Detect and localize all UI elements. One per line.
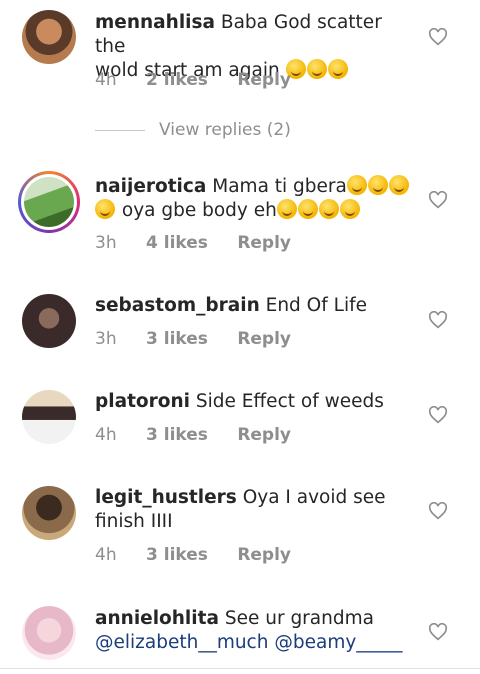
view-replies-label: View replies (2) — [159, 120, 291, 140]
avatar[interactable] — [22, 486, 76, 540]
likes-count[interactable]: 2 likes — [146, 70, 208, 90]
emoji-icon — [346, 175, 367, 195]
comment-username[interactable]: platoroni — [95, 391, 190, 412]
reply-button[interactable]: Reply — [237, 70, 291, 90]
comment-meta: 4h 3 likes Reply — [95, 425, 315, 445]
reply-button[interactable]: Reply — [237, 329, 291, 349]
view-replies-button[interactable]: View replies (2) — [95, 120, 291, 140]
heart-icon[interactable] — [428, 502, 448, 520]
comment-meta: 3h 4 likes Reply — [95, 233, 315, 253]
comment-text: Side Effect of weeds — [195, 391, 384, 412]
avatar[interactable] — [22, 10, 76, 64]
avatar[interactable] — [22, 390, 76, 444]
heart-icon[interactable] — [428, 623, 448, 641]
comment-meta: 4h 2 likes Reply — [95, 70, 315, 90]
emoji-icon — [367, 175, 388, 195]
comment-username[interactable]: naijerotica — [95, 176, 206, 197]
divider — [95, 129, 145, 131]
reply-button[interactable]: Reply — [237, 233, 291, 253]
likes-count[interactable]: 4 likes — [146, 233, 208, 253]
comment-username[interactable]: legit_hustlers — [95, 487, 237, 508]
comment-text: See ur grandma — [224, 608, 374, 629]
comment-text: End Of Life — [265, 295, 367, 316]
comment-text: Mama ti gbera — [212, 176, 347, 197]
comment-text: finish IIII — [95, 511, 173, 532]
comment-time: 3h — [95, 233, 117, 253]
emoji-icon — [318, 199, 339, 219]
reply-button[interactable]: Reply — [237, 545, 291, 565]
comment-username[interactable]: sebastom_brain — [95, 295, 260, 316]
mention-link[interactable]: @beamy_____ — [274, 632, 402, 653]
comment-meta: 4h 3 likes Reply — [95, 545, 315, 565]
emoji-icon — [297, 199, 318, 219]
mention-link[interactable]: @elizabeth__much — [95, 632, 268, 653]
likes-count[interactable]: 3 likes — [146, 425, 208, 445]
heart-icon[interactable] — [428, 191, 448, 209]
heart-icon[interactable] — [428, 406, 448, 424]
avatar[interactable] — [18, 171, 80, 233]
emoji-icon — [276, 199, 297, 219]
comment-time: 4h — [95, 545, 117, 565]
emoji-icon — [327, 59, 348, 79]
heart-icon[interactable] — [428, 28, 448, 46]
comment-username[interactable]: annielohlita — [95, 608, 219, 629]
emoji-icon — [95, 199, 115, 219]
heart-icon[interactable] — [428, 311, 448, 329]
likes-count[interactable]: 3 likes — [146, 545, 208, 565]
emoji-icon — [339, 199, 360, 219]
comment-text: Oya I avoid see — [242, 487, 386, 508]
likes-count[interactable]: 3 likes — [146, 329, 208, 349]
emoji-icon — [388, 175, 409, 195]
comment-text: oya gbe body eh — [121, 200, 277, 221]
reply-button[interactable]: Reply — [237, 425, 291, 445]
comment-meta: 3h 3 likes Reply — [95, 329, 315, 349]
divider — [0, 668, 480, 669]
avatar[interactable] — [22, 294, 76, 348]
comment-username[interactable]: mennahlisa — [95, 12, 215, 33]
comment-time: 4h — [95, 70, 117, 90]
avatar[interactable] — [22, 606, 76, 660]
comment-time: 4h — [95, 425, 117, 445]
comment-time: 3h — [95, 329, 117, 349]
